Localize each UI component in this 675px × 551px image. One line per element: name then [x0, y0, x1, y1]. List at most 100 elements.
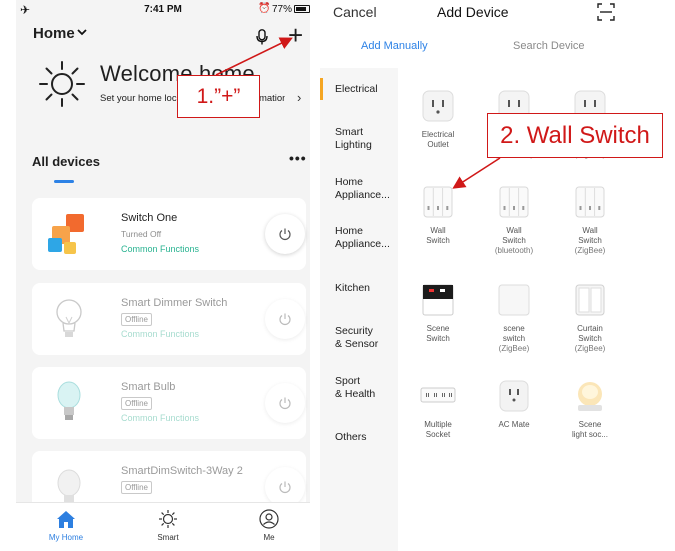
common-functions-link[interactable]: Common Functions: [121, 413, 199, 423]
product-label: scene: [503, 324, 525, 333]
curtain-switch-icon: [572, 282, 608, 318]
device-card[interactable]: Smart Dimmer Switch Offline Common Funct…: [32, 283, 306, 355]
more-icon[interactable]: •••: [289, 150, 307, 166]
device-name: Smart Bulb: [121, 381, 176, 393]
home-selector[interactable]: Home: [33, 25, 75, 42]
offline-badge: Offline: [121, 481, 152, 494]
tab-search-device[interactable]: Search Device: [513, 40, 585, 52]
tab-add-manually[interactable]: Add Manually: [361, 40, 428, 52]
device-name: Switch One: [121, 212, 178, 224]
product-multiple-socket[interactable]: Multiple Socket: [408, 378, 468, 440]
cancel-button[interactable]: Cancel: [333, 4, 377, 20]
category-home-appliance[interactable]: Home Appliance...: [335, 176, 390, 202]
outlet-icon: [420, 88, 456, 124]
power-button[interactable]: [265, 299, 305, 339]
category-home-appliance-2[interactable]: Home Appliance...: [335, 225, 390, 251]
bulb-device-icon: [44, 377, 94, 429]
product-wall-switch-zigbee[interactable]: Wall Switch (ZigBee): [560, 184, 620, 256]
offline-badge: Offline: [121, 397, 152, 410]
product-label: Switch: [578, 334, 602, 343]
product-label: Switch: [578, 236, 602, 245]
product-scene-light-socket[interactable]: Scene light soc...: [560, 378, 620, 440]
bottom-tab-bar: My Home Smart Me: [16, 502, 310, 551]
active-category-marker: [320, 78, 323, 100]
battery-percent: 77%: [272, 4, 293, 15]
tab-smart[interactable]: Smart: [133, 509, 203, 542]
category-others[interactable]: Others: [335, 431, 367, 444]
common-functions-link[interactable]: Common Functions: [121, 244, 199, 254]
microphone-icon[interactable]: [256, 29, 268, 50]
product-label: Electrical: [421, 130, 455, 139]
wall-switch-icon: [572, 184, 608, 220]
ac-mate-icon: [496, 378, 532, 414]
device-name: SmartDimSwitch-3Way 2: [121, 465, 243, 477]
home-screen: ✈ 7:41 PM ⏰ 77% Home + Welcome home Set …: [16, 0, 310, 551]
device-status: Turned Off: [121, 229, 162, 239]
tab-my-home[interactable]: My Home: [31, 509, 101, 542]
product-label: light soc...: [571, 430, 608, 439]
product-ac-mate[interactable]: AC Mate: [484, 378, 544, 430]
chevron-right-icon[interactable]: ›: [297, 90, 301, 105]
product-label: switch: [502, 334, 526, 343]
device-name: Smart Dimmer Switch: [121, 297, 228, 309]
home-icon: [31, 509, 101, 531]
add-device-screen: Cancel Add Device Add Manually Search De…: [320, 0, 675, 551]
product-label: Scene: [426, 324, 450, 333]
product-label-sub: (bluetooth): [494, 246, 534, 255]
product-label: Curtain: [577, 324, 603, 333]
product-label: Wall: [430, 226, 446, 235]
category-electrical[interactable]: Electrical: [335, 83, 378, 96]
page-title: Add Device: [437, 4, 509, 20]
annotation-step-1: 1.”+”: [177, 75, 260, 118]
product-label-sub: (ZigBee): [498, 344, 530, 353]
product-electrical-outlet[interactable]: Electrical Outlet: [408, 88, 468, 150]
product-wall-switch-bluetooth[interactable]: Wall Switch (bluetooth): [484, 184, 544, 256]
product-label: AC Mate: [498, 420, 530, 429]
product-label: Socket: [425, 430, 451, 439]
product-curtain-switch[interactable]: Curtain Switch (ZigBee): [560, 282, 620, 354]
sun-icon: [38, 60, 86, 113]
power-button[interactable]: [265, 383, 305, 423]
product-label: Outlet: [427, 140, 449, 149]
device-card[interactable]: Switch One Turned Off Common Functions: [32, 198, 306, 270]
product-wall-switch[interactable]: Wall Switch: [408, 184, 468, 246]
product-label-sub: (ZigBee): [574, 344, 606, 353]
common-functions-link[interactable]: Common Functions: [121, 329, 199, 339]
product-scene-switch[interactable]: Scene Switch: [408, 282, 468, 344]
category-security-sensor[interactable]: Security & Sensor: [335, 325, 378, 351]
tab-label: Me: [263, 533, 275, 542]
product-label: Switch: [502, 236, 526, 245]
product-label-sub: (ZigBee): [574, 246, 606, 255]
scene-switch-icon: [496, 282, 532, 318]
device-card[interactable]: Smart Bulb Offline Common Functions: [32, 367, 306, 439]
chevron-down-icon[interactable]: [77, 25, 87, 40]
category-smart-lighting[interactable]: Smart Lighting: [335, 126, 372, 152]
scene-switch-icon: [420, 282, 456, 318]
annotation-step-2: 2. Wall Switch: [487, 113, 663, 158]
status-bar: ✈ 7:41 PM ⏰ 77%: [16, 0, 310, 20]
alarm-icon: ⏰: [258, 3, 271, 14]
tab-label: Smart: [157, 533, 179, 542]
add-device-button[interactable]: +: [288, 22, 303, 48]
category-sport-health[interactable]: Sport & Health: [335, 375, 375, 401]
power-button[interactable]: [265, 467, 305, 507]
product-label: Wall: [506, 226, 522, 235]
category-kitchen[interactable]: Kitchen: [335, 282, 370, 295]
bulb-device-icon: [44, 293, 94, 345]
lamp-icon: [572, 378, 608, 414]
tab-indicator: [54, 180, 74, 183]
scan-icon[interactable]: [597, 3, 615, 26]
power-button[interactable]: [265, 214, 305, 254]
power-strip-icon: [420, 378, 456, 414]
product-label: Multiple: [424, 420, 452, 429]
tab-label: My Home: [48, 533, 84, 542]
tab-me[interactable]: Me: [234, 509, 304, 542]
all-devices-tab[interactable]: All devices: [32, 154, 100, 169]
battery-icon: [294, 5, 310, 13]
product-scene-switch-zigbee[interactable]: scene switch (ZigBee): [484, 282, 544, 354]
wall-switch-icon: [420, 184, 456, 220]
product-label: Wall: [582, 226, 598, 235]
sun-icon: [133, 509, 203, 531]
offline-badge: Offline: [121, 313, 152, 326]
user-icon: [234, 509, 304, 531]
